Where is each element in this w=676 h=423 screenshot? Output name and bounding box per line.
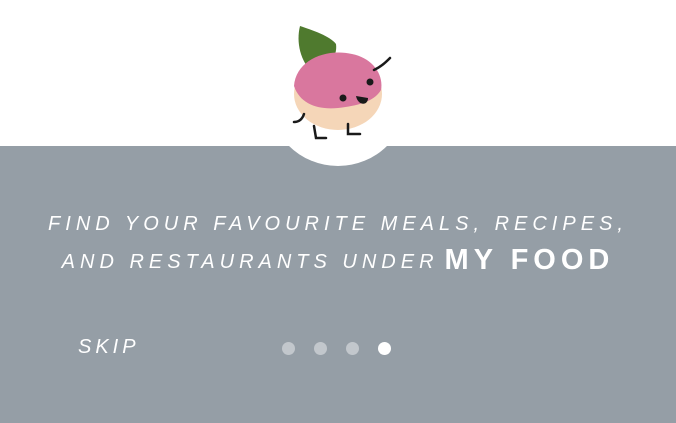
skip-button[interactable]: SKIP: [78, 336, 140, 359]
caption-line-1: FIND YOUR FAVOURITE MEALS, RECIPES,: [48, 213, 628, 235]
onboarding-panel: [0, 146, 676, 423]
turnip-mascot-icon: [292, 26, 392, 140]
onboarding-caption: FIND YOUR FAVOURITE MEALS, RECIPES, AND …: [0, 206, 676, 280]
caption-line-2-text: AND RESTAURANTS UNDER: [61, 251, 439, 273]
page-dot-1[interactable]: [282, 341, 295, 355]
page-indicator: [282, 341, 391, 355]
page-dot-3[interactable]: [346, 341, 359, 355]
page-dot-4[interactable]: [378, 341, 391, 355]
page-dot-2[interactable]: [314, 341, 327, 355]
brand-name: MY FOOD: [444, 244, 615, 276]
caption-line-2: AND RESTAURANTS UNDER MY FOOD: [0, 242, 676, 280]
